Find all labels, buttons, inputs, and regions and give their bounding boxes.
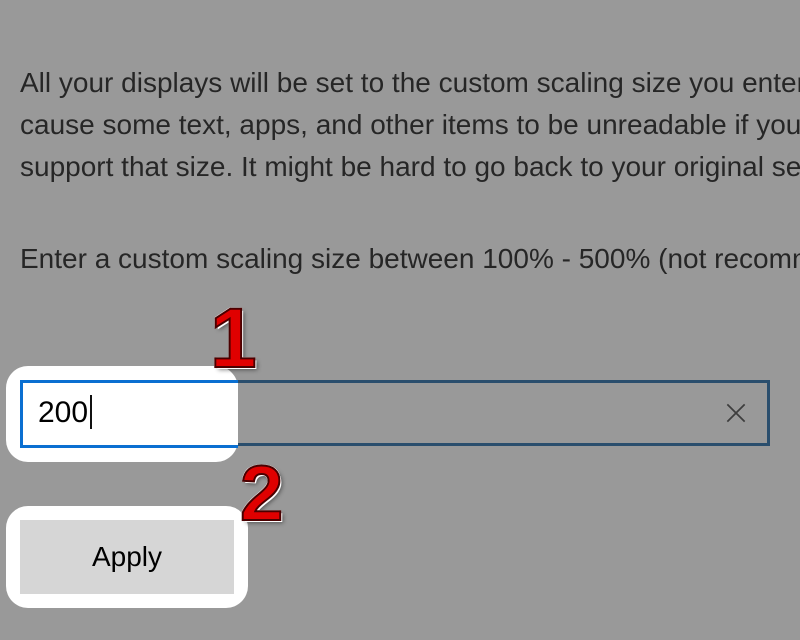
highlight-window-input: 200 [6,366,238,462]
settings-custom-scaling-panel: All your displays will be set to the cus… [0,0,800,640]
scaling-instruction-text: Enter a custom scaling size between 100%… [20,238,800,280]
custom-scaling-value-highlight: 200 [38,396,92,431]
callout-number-2: 2 [240,448,283,539]
apply-button-highlight: Apply [20,520,234,594]
close-icon[interactable] [723,400,749,426]
highlight-window-apply: Apply [6,506,248,608]
content-area: All your displays will be set to the cus… [20,0,800,280]
scaling-warning-text: All your displays will be set to the cus… [20,62,800,188]
callout-number-1: 1 [210,290,257,387]
